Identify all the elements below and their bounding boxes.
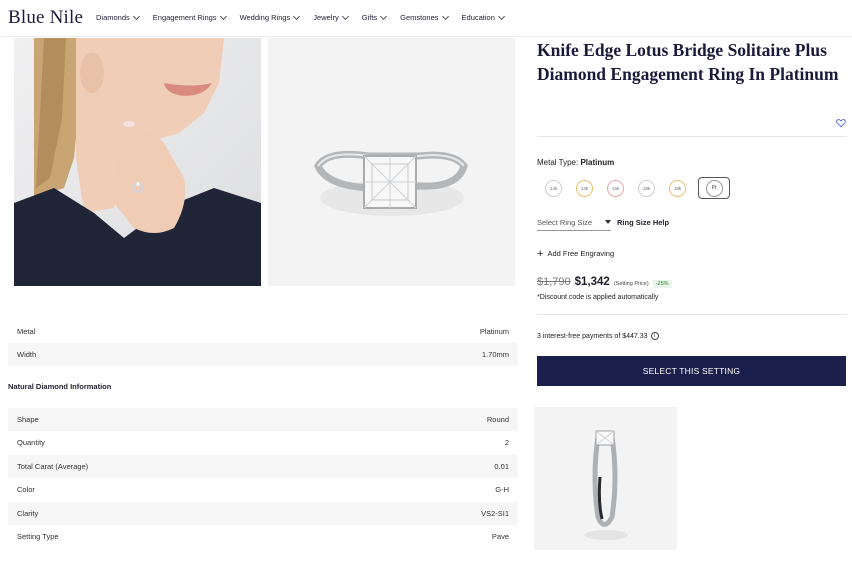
metal-type-value: Platinum [580, 158, 615, 167]
ring-illustration [268, 38, 515, 286]
chevron-down-icon [219, 12, 227, 20]
spec-label: Width [17, 350, 37, 359]
spec-value: 0.01 [494, 462, 509, 471]
spec-value: Pave [491, 532, 509, 541]
interest-text: 3 interest-free payments of $447.33 [537, 332, 648, 340]
nav-label: Diamonds [96, 13, 130, 22]
old-price: $1,790 [537, 276, 571, 288]
nav-label: Education [461, 13, 495, 22]
spec-row-setting-type: Setting Type Pave [8, 525, 518, 548]
divider [537, 314, 847, 315]
spec-value: 1.70mm [481, 350, 509, 359]
ring-side-illustration [534, 407, 677, 550]
spec-value: VS2-SI1 [481, 509, 509, 518]
swatch-14k-yellow[interactable]: 14k [576, 179, 593, 197]
nav-engagement-rings[interactable]: Engagement Rings [152, 12, 227, 22]
spec-row-width: Width 1.70mm [8, 343, 518, 366]
nav-wedding-rings[interactable]: Wedding Rings [239, 12, 301, 22]
metal-swatches: 14k 14k 14k 18k 18k Pt [545, 177, 730, 199]
setting-price-note: (Setting Price) [613, 281, 649, 287]
new-price: $1,342 [574, 276, 610, 288]
nav-gifts[interactable]: Gifts [361, 12, 388, 22]
discount-badge: -25% [652, 280, 672, 288]
add-engraving-button[interactable]: + Add Free Engraving [537, 247, 615, 260]
brand-logo[interactable]: Blue Nile [8, 7, 83, 29]
nav-label: Engagement Rings [152, 13, 217, 22]
site-header: Blue Nile Diamonds Engagement Rings Wedd… [0, 0, 852, 37]
nav-education[interactable]: Education [461, 12, 505, 22]
chevron-down-icon [497, 12, 505, 20]
nav-label: Jewelry [313, 13, 339, 22]
spec-label: Setting Type [17, 532, 59, 541]
chevron-down-icon [293, 12, 301, 20]
spec-label: Shape [17, 415, 39, 424]
swatch-14k-rose[interactable]: 14k [607, 179, 624, 197]
nav-diamonds[interactable]: Diamonds [96, 12, 140, 22]
product-title: Knife Edge Lotus Bridge Solitaire Plus D… [537, 40, 839, 84]
divider [537, 136, 847, 137]
spec-label: Color [17, 485, 35, 494]
model-photo[interactable] [14, 38, 261, 286]
nav-label: Gemstones [400, 13, 439, 22]
spec-label: Quantity [17, 438, 45, 447]
swatch-14k-white[interactable]: 14k [545, 179, 562, 197]
engraving-label: Add Free Engraving [547, 249, 615, 258]
spec-value: 2 [504, 438, 509, 447]
model-illustration [14, 38, 261, 286]
nav-jewelry[interactable]: Jewelry [313, 12, 349, 22]
spec-row-quantity: Quantity 2 [8, 431, 518, 454]
ring-photo[interactable] [268, 38, 515, 286]
swatch-platinum-selected[interactable]: Pt [698, 177, 730, 199]
price-row: $1,790 $1,342 (Setting Price) -25% [537, 276, 672, 288]
main-nav: Diamonds Engagement Rings Wedding Rings … [96, 12, 505, 22]
chevron-down-icon [341, 12, 349, 20]
nav-gemstones[interactable]: Gemstones [400, 12, 449, 22]
chevron-down-icon [132, 12, 140, 20]
discount-note: *Discount code is applied automatically [537, 294, 659, 301]
info-icon[interactable]: i [650, 332, 659, 340]
spec-value: Platinum [479, 327, 509, 336]
swatch-18k-white[interactable]: 18k [638, 179, 655, 197]
spec-label: Clarity [17, 509, 39, 518]
swatch-label: Pt [705, 179, 723, 197]
spec-row-clarity: Clarity VS2-SI1 [8, 502, 518, 525]
nav-label: Wedding Rings [239, 13, 291, 22]
nav-label: Gifts [361, 13, 378, 22]
plus-icon: + [537, 247, 544, 260]
ring-size-placeholder: Select Ring Size [537, 217, 593, 227]
spec-row-metal: Metal Platinum [8, 320, 518, 343]
ring-size-help-link[interactable]: Ring Size Help [617, 218, 669, 227]
interest-free-payments: 3 interest-free payments of $447.33 i [537, 332, 659, 340]
spec-row-color: Color G-H [8, 478, 518, 501]
diamond-info-heading: Natural Diamond Information [8, 382, 112, 391]
spec-value: G-H [495, 485, 509, 494]
swatch-18k-yellow[interactable]: 18k [669, 179, 686, 197]
spec-label: Metal [17, 327, 36, 336]
metal-type-label: Metal Type: Platinum [537, 158, 614, 167]
spec-row-shape: Shape Round [8, 408, 518, 431]
spec-label: Total Carat (Average) [17, 462, 89, 471]
chevron-down-icon [380, 12, 388, 20]
ring-side-photo[interactable] [534, 407, 677, 550]
spec-value: Round [486, 415, 509, 424]
spec-row-carat: Total Carat (Average) 0.01 [8, 455, 518, 478]
select-setting-button[interactable]: SELECT THIS SETTING [537, 356, 846, 386]
heart-icon[interactable] [836, 118, 846, 128]
metal-type-caption: Metal Type: [537, 158, 579, 167]
chevron-down-icon [441, 12, 449, 20]
caret-down-icon [605, 220, 611, 224]
ring-size-select[interactable]: Select Ring Size [537, 214, 611, 231]
